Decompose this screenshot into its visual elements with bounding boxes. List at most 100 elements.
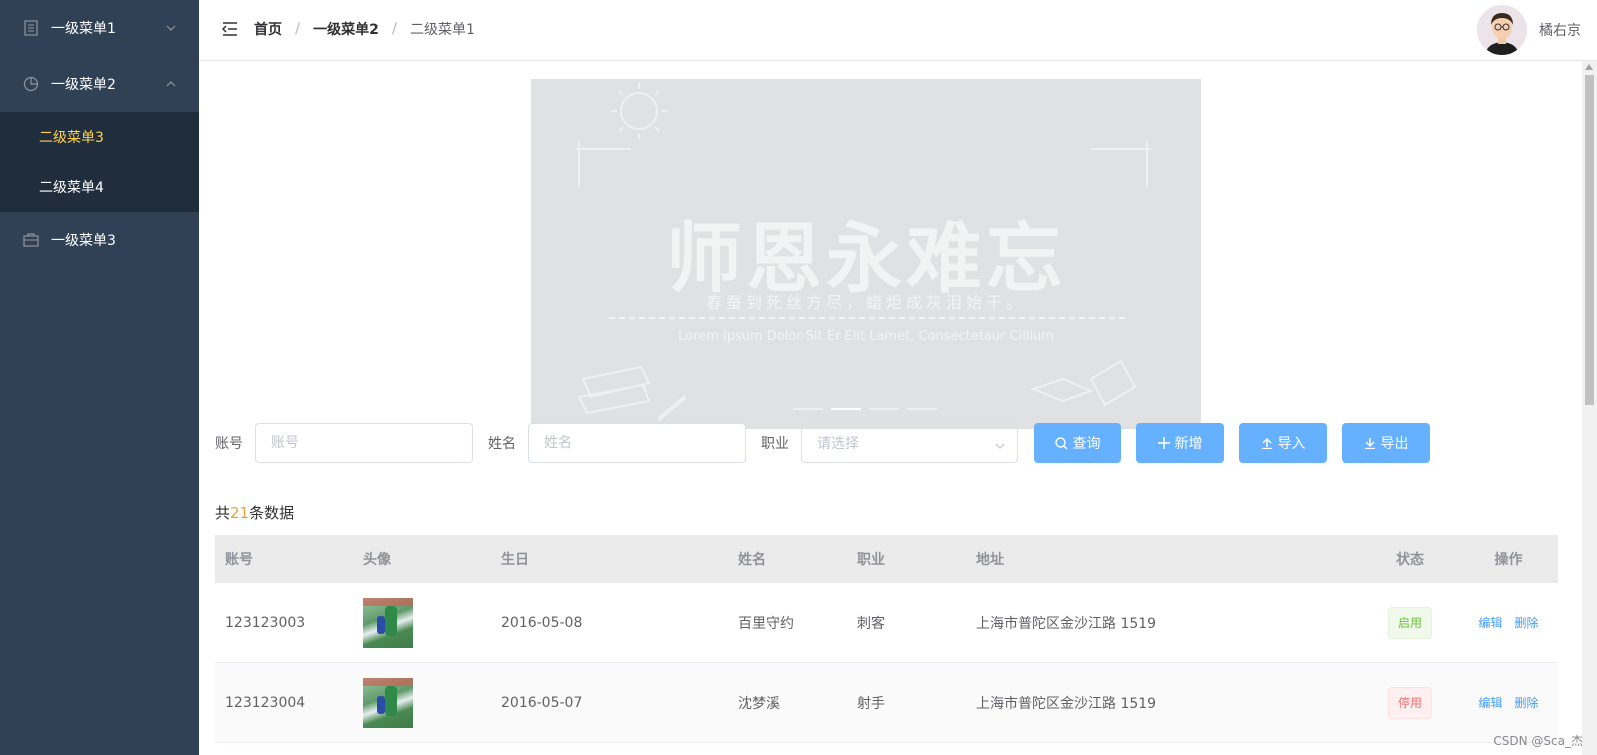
upload-icon <box>1261 437 1273 449</box>
breadcrumb-separator: / <box>391 21 397 37</box>
banner-lorem: Lorem Ipsum Dolor Sit Er Elit Lamet, Con… <box>678 329 1054 344</box>
name-input[interactable] <box>528 423 746 463</box>
carousel-indicators <box>793 408 937 410</box>
breadcrumb-current: 二级菜单1 <box>410 22 475 38</box>
table-header: 账号 头像 生日 姓名 职业 地址 状态 操作 <box>215 535 1558 583</box>
header-avatar: 头像 <box>363 552 391 568</box>
username[interactable]: 橘右京 <box>1539 20 1581 40</box>
cell-status: 停用 <box>1361 686 1459 719</box>
main-content: 师恩永难忘 春蚕到死丝方尽，蜡炬成灰泪始干。 Lorem Ipsum Dolor… <box>199 61 1582 755</box>
add-button[interactable]: 新增 <box>1136 423 1224 463</box>
table-row: 123123003 2016-05-08 百里守约 刺客 上海市普陀区金沙江路 … <box>215 583 1558 663</box>
name-label: 姓名 <box>488 436 516 452</box>
cell-address: 上海市普陀区金沙江路 1519 <box>976 695 1157 712</box>
header-address: 地址 <box>976 552 1004 568</box>
chevron-up-icon <box>165 78 177 90</box>
query-button[interactable]: 查询 <box>1034 423 1121 463</box>
status-badge: 启用 <box>1387 606 1432 639</box>
export-button[interactable]: 导出 <box>1342 423 1430 463</box>
import-button-label: 导入 <box>1277 436 1306 452</box>
cell-avatar <box>353 677 491 728</box>
avatar-image[interactable] <box>363 597 413 648</box>
fold-menu-icon[interactable] <box>221 21 238 37</box>
header-birthday: 生日 <box>501 552 529 568</box>
cell-avatar <box>353 597 491 648</box>
table-row: 123123004 2016-05-07 沈梦溪 射手 上海市普陀区金沙江路 1… <box>215 663 1558 743</box>
job-select[interactable]: 请选择 <box>801 423 1018 463</box>
carousel-indicator[interactable] <box>869 408 899 410</box>
submenu-item-3[interactable]: 二级菜单3 <box>0 112 199 162</box>
total-number: 21 <box>230 504 250 522</box>
total-count: 共21条数据 <box>215 502 294 523</box>
download-icon <box>1364 437 1376 449</box>
menu-item-3[interactable]: 一级菜单3 <box>0 212 199 268</box>
header-status: 状态 <box>1396 552 1424 568</box>
carousel-indicator[interactable] <box>793 408 823 410</box>
cell-job: 刺客 <box>857 615 885 632</box>
menu-item-3-label: 一级菜单3 <box>51 233 116 249</box>
edit-button[interactable]: 编辑 <box>1478 696 1502 710</box>
scroll-up-arrow-icon[interactable] <box>1585 64 1593 70</box>
job-select-placeholder: 请选择 <box>817 436 859 452</box>
plus-icon <box>1157 437 1170 449</box>
header-actions: 操作 <box>1494 552 1523 568</box>
add-button-label: 新增 <box>1174 436 1203 452</box>
menu-item-1[interactable]: 一级菜单1 <box>0 0 199 56</box>
banner-carousel[interactable]: 师恩永难忘 春蚕到死丝方尽，蜡炬成灰泪始干。 Lorem Ipsum Dolor… <box>531 79 1201 429</box>
carousel-indicator-active[interactable] <box>831 408 861 410</box>
cell-name: 百里守约 <box>738 615 794 632</box>
menu-item-1-label: 一级菜单1 <box>51 21 116 37</box>
breadcrumb: 首页 / 一级菜单2 / 二级菜单1 <box>254 19 475 39</box>
cell-actions: 编辑 删除 <box>1459 694 1558 711</box>
cell-name: 沈梦溪 <box>738 695 780 712</box>
sidebar: 一级菜单1 一级菜单2 二级菜单3 二级菜单4 一级菜单3 <box>0 0 199 755</box>
account-input[interactable] <box>255 423 473 463</box>
breadcrumb-level1[interactable]: 一级菜单2 <box>313 19 379 39</box>
breadcrumb-home[interactable]: 首页 <box>254 19 282 39</box>
pie-chart-icon <box>23 76 39 92</box>
chevron-down-icon <box>165 22 177 34</box>
submenu-item-4[interactable]: 二级菜单4 <box>0 162 199 212</box>
delete-button[interactable]: 删除 <box>1515 696 1539 710</box>
menu-item-2-label: 一级菜单2 <box>51 77 116 93</box>
briefcase-icon <box>23 232 39 248</box>
chevron-down-icon <box>995 439 1005 449</box>
data-table: 账号 头像 生日 姓名 职业 地址 状态 操作 123123003 2016-0… <box>215 535 1558 743</box>
export-button-label: 导出 <box>1380 436 1409 452</box>
header-job: 职业 <box>857 552 885 568</box>
total-prefix: 共 <box>215 504 231 522</box>
document-icon <box>23 20 39 36</box>
cell-account: 123123004 <box>225 694 306 711</box>
scrollbar-thumb[interactable] <box>1585 75 1594 405</box>
delete-button[interactable]: 删除 <box>1515 616 1539 630</box>
avatar-image[interactable] <box>363 677 413 728</box>
job-label: 职业 <box>761 436 789 452</box>
banner-divider <box>609 317 1125 319</box>
vertical-scrollbar[interactable] <box>1582 61 1597 755</box>
watermark: CSDN @Sca_杰 <box>1493 734 1583 748</box>
cell-actions: 编辑 删除 <box>1459 614 1558 631</box>
import-button[interactable]: 导入 <box>1239 423 1327 463</box>
menu-item-2[interactable]: 一级菜单2 <box>0 56 199 112</box>
header: 首页 / 一级菜单2 / 二级菜单1 橘右京 <box>199 0 1597 61</box>
header-name: 姓名 <box>738 552 766 568</box>
cell-job: 射手 <box>857 695 885 712</box>
edit-button[interactable]: 编辑 <box>1478 616 1502 630</box>
cell-status: 启用 <box>1361 606 1459 639</box>
cell-account: 123123003 <box>225 614 306 631</box>
search-icon <box>1054 436 1068 450</box>
submenu-2: 二级菜单3 二级菜单4 <box>0 112 199 212</box>
header-account: 账号 <box>225 552 253 568</box>
status-badge: 停用 <box>1387 686 1432 719</box>
avatar[interactable] <box>1477 5 1527 55</box>
carousel-indicator[interactable] <box>907 408 937 410</box>
filter-bar: 账号 姓名 职业 请选择 查询 新增 导入 <box>215 423 1445 463</box>
cell-birthday: 2016-05-07 <box>501 694 583 711</box>
banner-subtitle: 春蚕到死丝方尽，蜡炬成灰泪始干。 <box>705 293 1026 312</box>
cell-address: 上海市普陀区金沙江路 1519 <box>976 615 1157 632</box>
breadcrumb-separator: / <box>295 21 301 37</box>
query-button-label: 查询 <box>1072 436 1101 452</box>
account-label: 账号 <box>215 436 243 452</box>
cell-birthday: 2016-05-08 <box>501 614 583 631</box>
total-suffix: 条数据 <box>249 504 295 522</box>
